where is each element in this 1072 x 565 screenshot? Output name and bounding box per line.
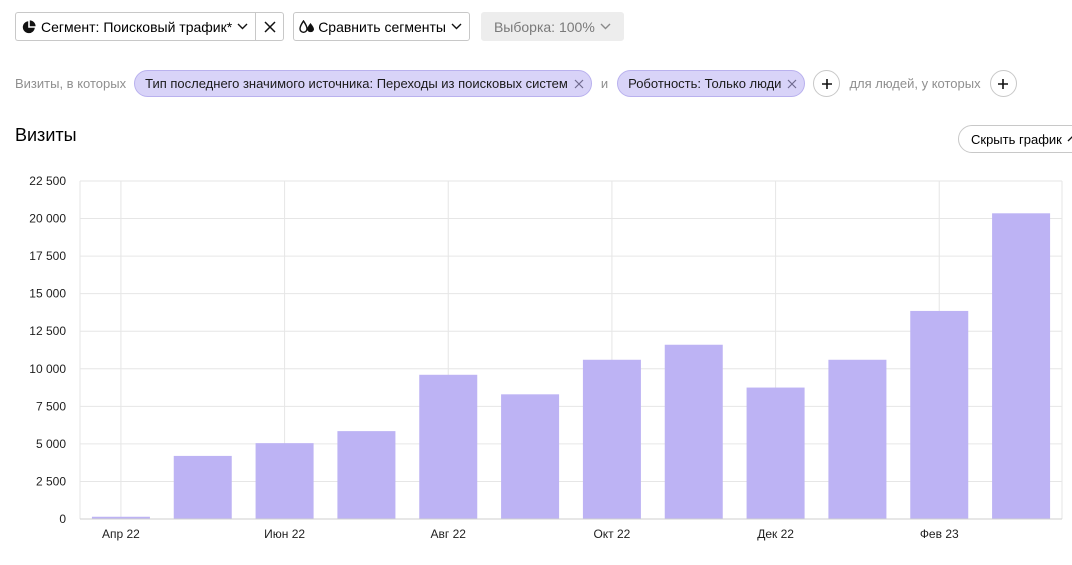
bar-Дек 22[interactable]	[746, 387, 805, 519]
bar-Авг 22[interactable]	[419, 374, 478, 519]
bar-Июл 22[interactable]	[337, 431, 396, 519]
x-tick-label: Фев 23	[920, 527, 959, 541]
x-tick-label: Авг 22	[431, 527, 467, 541]
x-tick-label: Июн 22	[264, 527, 305, 541]
bar-Июн 22[interactable]	[255, 443, 314, 519]
y-tick-label: 22 500	[29, 174, 66, 188]
bar-Сен 22[interactable]	[501, 394, 560, 519]
y-tick-label: 2 500	[36, 474, 66, 488]
bar-Май 22[interactable]	[173, 455, 232, 519]
bar-Фев 23[interactable]	[910, 310, 969, 519]
x-tick-label: Окт 22	[593, 527, 630, 541]
y-tick-label: 15 000	[29, 287, 66, 301]
bar-Янв 23[interactable]	[828, 359, 887, 519]
y-tick-label: 10 000	[29, 362, 66, 376]
bar-Окт 22[interactable]	[582, 359, 641, 519]
visits-bar-chart: 0 2 500 5 000 7 500 10 000 12 500 15 000 17 500…	[29, 174, 1063, 541]
bar-Ноя 22[interactable]	[664, 344, 723, 519]
x-tick-label: Дек 22	[757, 527, 794, 541]
bar-Мар 23[interactable]	[992, 213, 1051, 519]
y-tick-label: 0	[59, 512, 66, 526]
y-tick-label: 7 500	[36, 399, 66, 413]
y-tick-label: 17 500	[29, 249, 66, 263]
y-tick-label: 20 000	[29, 212, 66, 226]
y-tick-label: 12 500	[29, 324, 66, 338]
x-tick-label: Апр 22	[102, 527, 140, 541]
y-tick-label: 5 000	[36, 437, 66, 451]
